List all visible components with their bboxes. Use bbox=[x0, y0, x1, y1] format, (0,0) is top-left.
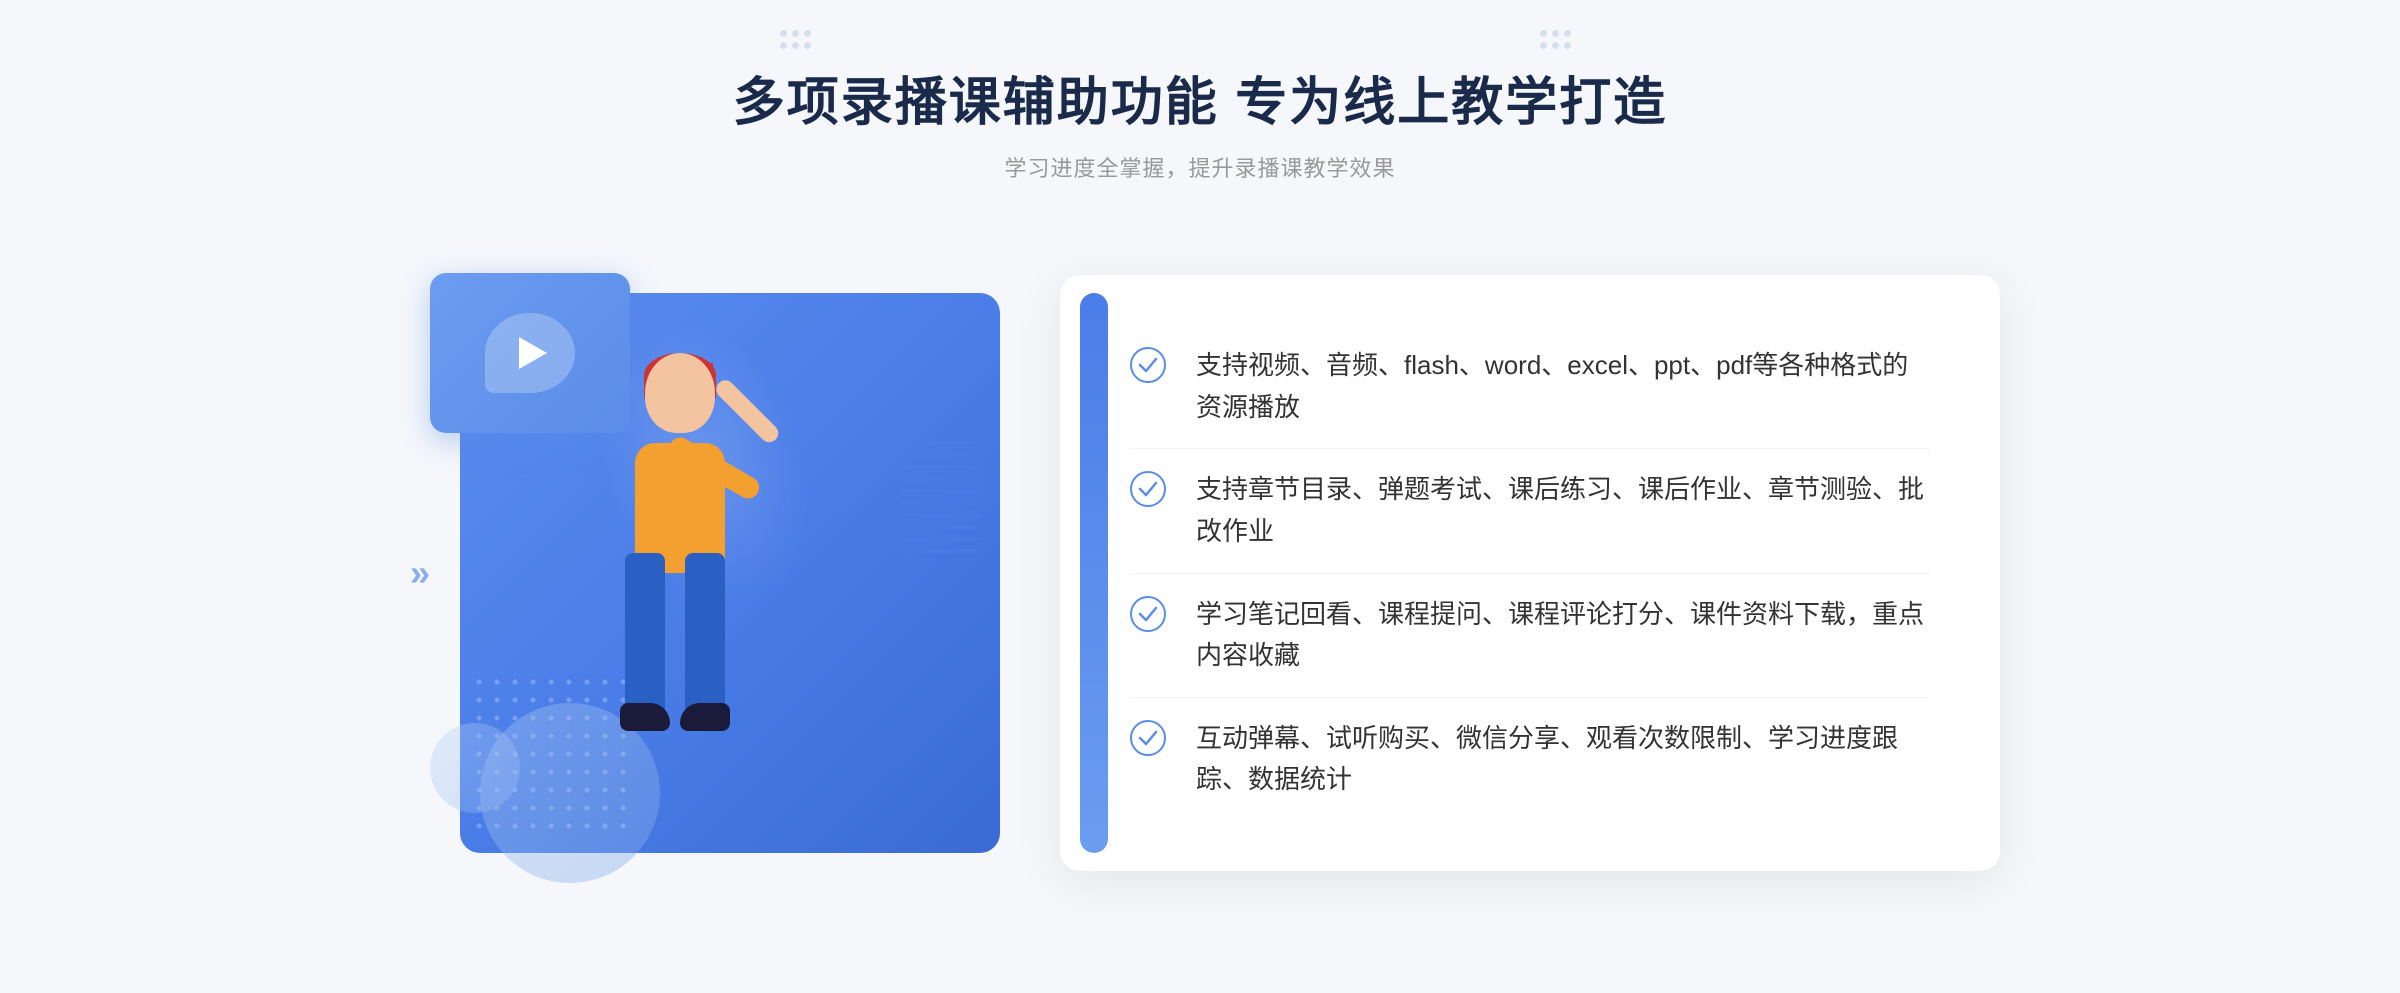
leg-left bbox=[625, 553, 665, 713]
title-wrapper: 多项录播课辅助功能 专为线上教学打造 bbox=[733, 60, 1667, 135]
illustration-area: » bbox=[400, 233, 1080, 913]
feature-item-4: 互动弹幕、试听购买、微信分享、观看次数限制、学习进度跟踪、数据统计 bbox=[1130, 698, 1930, 821]
check-icon-4 bbox=[1130, 720, 1166, 756]
feature-text-3: 学习笔记回看、课程提问、课程评论打分、课件资料下载，重点内容收藏 bbox=[1196, 594, 1930, 677]
feature-text-4: 互动弹幕、试听购买、微信分享、观看次数限制、学习进度跟踪、数据统计 bbox=[1196, 718, 1930, 801]
person-illustration bbox=[520, 353, 840, 893]
arrow-left: » bbox=[410, 552, 430, 594]
header-decoration-left bbox=[780, 30, 811, 49]
shoe-right bbox=[680, 703, 730, 731]
blue-stripe bbox=[1080, 293, 1108, 853]
page-title: 多项录播课辅助功能 专为线上教学打造 bbox=[733, 60, 1667, 135]
feature-item-1: 支持视频、音频、flash、word、excel、ppt、pdf等各种格式的资源… bbox=[1130, 325, 1930, 449]
stripes-decoration bbox=[900, 433, 980, 553]
header-section: 多项录播课辅助功能 专为线上教学打造 学习进度全掌握，提升录播课教学效果 bbox=[0, 60, 2400, 183]
page-subtitle: 学习进度全掌握，提升录播课教学效果 bbox=[1004, 151, 1395, 183]
header-decoration-right bbox=[1540, 30, 1571, 49]
feature-text-1: 支持视频、音频、flash、word、excel、ppt、pdf等各种格式的资源… bbox=[1196, 345, 1930, 428]
leg-right bbox=[685, 553, 725, 713]
check-icon-1 bbox=[1130, 347, 1166, 383]
feature-item-3: 学习笔记回看、课程提问、课程评论打分、课件资料下载，重点内容收藏 bbox=[1130, 574, 1930, 698]
forearm bbox=[713, 377, 782, 446]
features-panel: 支持视频、音频、flash、word、excel、ppt、pdf等各种格式的资源… bbox=[1060, 275, 2000, 871]
head bbox=[645, 353, 715, 433]
check-icon-3 bbox=[1130, 596, 1166, 632]
check-icon-2 bbox=[1130, 471, 1166, 507]
content-section: » bbox=[400, 233, 2000, 913]
page-container: 多项录播课辅助功能 专为线上教学打造 学习进度全掌握，提升录播课教学效果 bbox=[0, 0, 2400, 993]
feature-text-2: 支持章节目录、弹题考试、课后练习、课后作业、章节测验、批改作业 bbox=[1196, 469, 1930, 552]
person-body bbox=[520, 353, 840, 893]
feature-item-2: 支持章节目录、弹题考试、课后练习、课后作业、章节测验、批改作业 bbox=[1130, 449, 1930, 573]
shoe-left bbox=[620, 703, 670, 731]
